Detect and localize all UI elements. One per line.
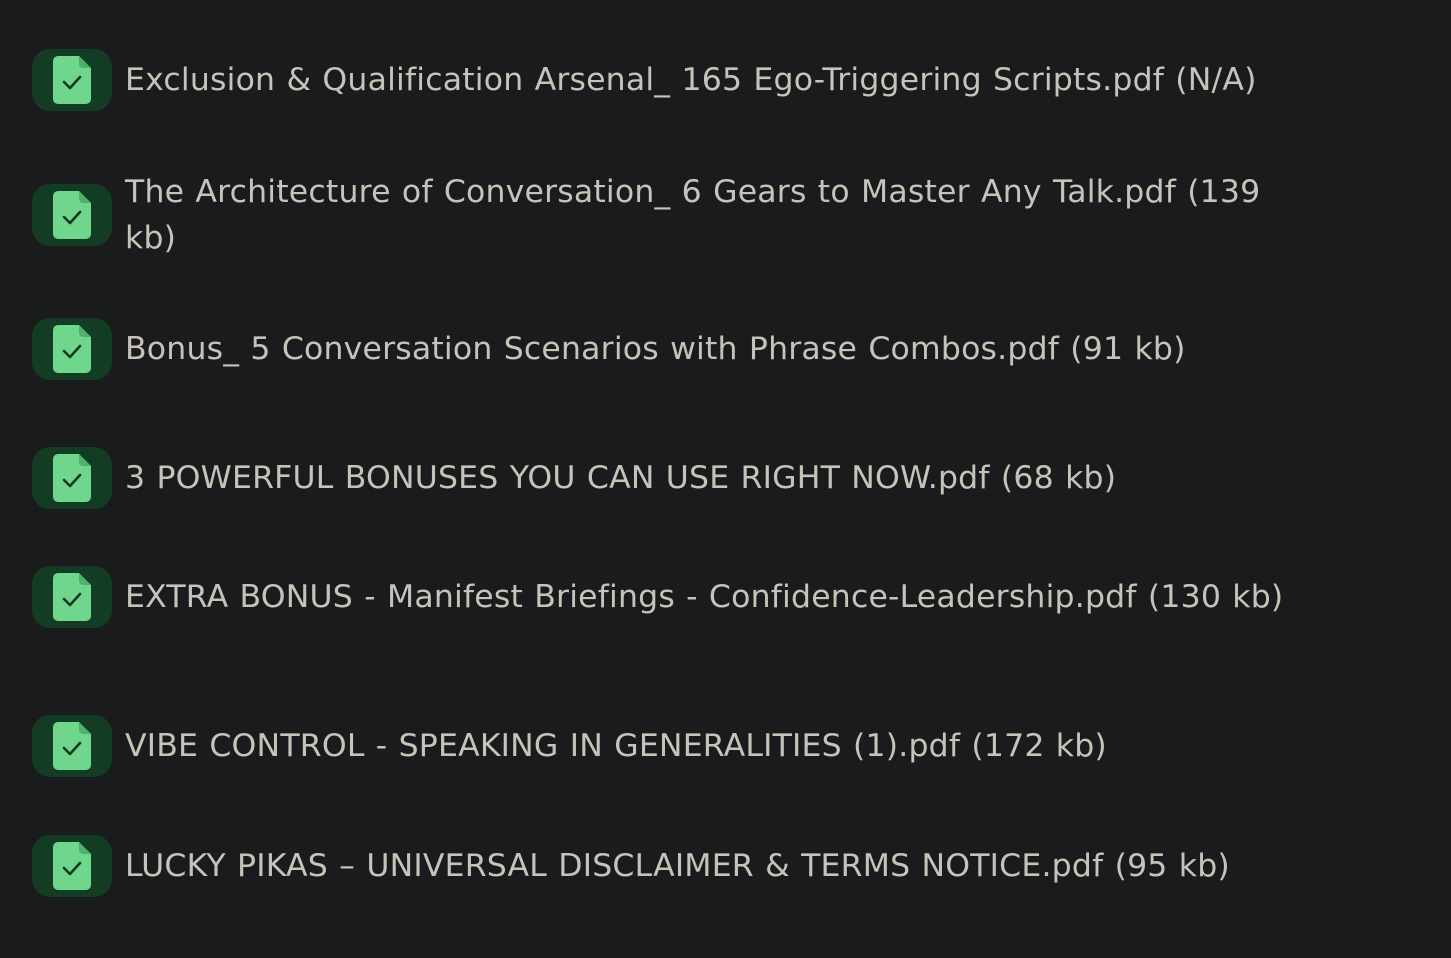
file-item[interactable]: EXTRA BONUS - Manifest Briefings - Confi… — [32, 566, 1332, 628]
file-check-icon — [32, 318, 112, 380]
file-check-icon — [32, 447, 112, 509]
file-name[interactable]: Bonus_ 5 Conversation Scenarios with Phr… — [125, 326, 1315, 372]
file-check-icon — [32, 49, 112, 111]
file-check-icon — [32, 566, 112, 628]
file-name[interactable]: LUCKY PIKAS – UNIVERSAL DISCLAIMER & TER… — [125, 843, 1315, 889]
file-name[interactable]: The Architecture of Conversation_ 6 Gear… — [125, 169, 1315, 261]
file-item[interactable]: VIBE CONTROL - SPEAKING IN GENERALITIES … — [32, 715, 1332, 777]
file-item[interactable]: Bonus_ 5 Conversation Scenarios with Phr… — [32, 318, 1332, 380]
file-list: Exclusion & Qualification Arsenal_ 165 E… — [0, 0, 1451, 958]
file-item[interactable]: Exclusion & Qualification Arsenal_ 165 E… — [32, 49, 1332, 111]
file-check-icon — [32, 715, 112, 777]
file-name[interactable]: VIBE CONTROL - SPEAKING IN GENERALITIES … — [125, 723, 1315, 769]
file-item[interactable]: LUCKY PIKAS – UNIVERSAL DISCLAIMER & TER… — [32, 835, 1332, 897]
file-item[interactable]: The Architecture of Conversation_ 6 Gear… — [32, 169, 1332, 261]
file-check-icon — [32, 184, 112, 246]
file-name[interactable]: 3 POWERFUL BONUSES YOU CAN USE RIGHT NOW… — [125, 455, 1315, 501]
file-item[interactable]: 3 POWERFUL BONUSES YOU CAN USE RIGHT NOW… — [32, 447, 1332, 509]
file-name[interactable]: Exclusion & Qualification Arsenal_ 165 E… — [125, 57, 1315, 103]
file-name[interactable]: EXTRA BONUS - Manifest Briefings - Confi… — [125, 574, 1315, 620]
file-check-icon — [32, 835, 112, 897]
